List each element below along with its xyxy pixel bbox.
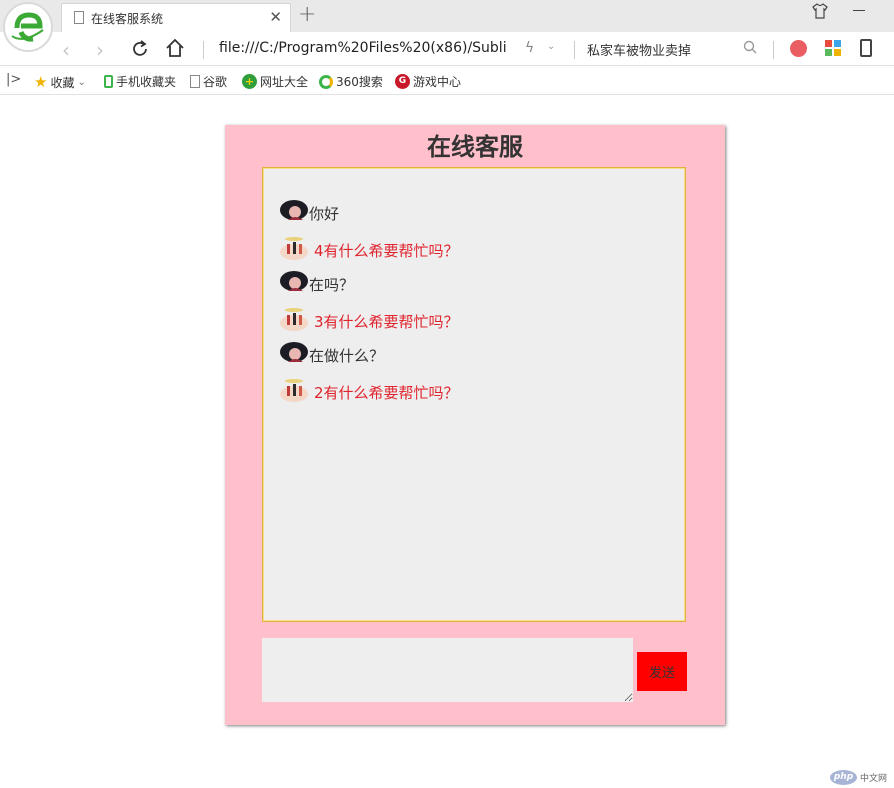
user-avatar	[280, 342, 308, 362]
agent-avatar	[280, 379, 308, 402]
watermark: php 中文网	[830, 770, 887, 785]
bookmark-360-search[interactable]: 360搜索	[319, 73, 383, 90]
bookmark-label: 收藏	[50, 75, 75, 90]
refresh-icon[interactable]	[130, 39, 150, 59]
phone-device-icon[interactable]	[860, 39, 872, 57]
user-message: 在吗？	[279, 269, 354, 294]
search-icon[interactable]	[743, 40, 757, 54]
game-icon: G	[395, 74, 410, 89]
agent-message: 3有什么希要帮忙吗？	[279, 306, 459, 331]
user-message: 你好	[279, 198, 339, 223]
bookmarks-bar: |> ★ 收藏 ⌄ 手机收藏夹 谷歌 + 网址大全 360搜索 G 游戏中心	[0, 67, 894, 95]
agent-avatar	[280, 237, 308, 260]
bookmark-favorites[interactable]: ★ 收藏 ⌄	[34, 73, 86, 91]
bookmark-label: 游戏中心	[413, 75, 462, 89]
browser-logo[interactable]	[3, 2, 53, 52]
chevron-down-icon[interactable]: ⌄	[547, 41, 555, 52]
star-icon: ★	[34, 73, 48, 91]
bookmark-url-directory[interactable]: + 网址大全	[242, 73, 308, 90]
bookmark-label: 手机收藏夹	[116, 75, 177, 89]
skin-icon[interactable]	[812, 3, 828, 19]
page-title: 在线客服	[427, 133, 523, 161]
browser-tab[interactable]: 在线客服系统 ✕	[61, 3, 291, 32]
phone-icon	[104, 75, 113, 88]
page-icon	[190, 75, 200, 88]
search-suggestion[interactable]: 私家车被物业卖掉	[587, 40, 691, 59]
bookmark-label: 谷歌	[203, 75, 228, 89]
new-tab-button[interactable]: +	[298, 2, 316, 27]
user-avatar	[280, 271, 308, 291]
apps-grid-icon[interactable]	[825, 40, 842, 57]
message-list: 你好 4有什么希要帮忙吗？ 在吗？ 3有什么希要帮忙吗？ 在做什么？ 2有什么希…	[262, 167, 686, 622]
message-text: 4有什么希要帮忙吗？	[314, 242, 459, 260]
divider	[203, 41, 204, 59]
bookmark-game-center[interactable]: G 游戏中心	[395, 73, 461, 90]
divider	[574, 41, 575, 59]
message-text: 2有什么希要帮忙吗？	[314, 384, 459, 402]
sidebar-toggle-icon[interactable]: |>	[6, 72, 21, 87]
agent-avatar	[280, 308, 308, 331]
forward-icon[interactable]: ›	[96, 38, 104, 62]
minimize-button[interactable]	[853, 10, 865, 11]
tab-strip: 在线客服系统 ✕ +	[0, 0, 894, 32]
url-field[interactable]: file:///C:/Program%20Files%20(x86)/Subli…	[219, 40, 507, 56]
globe-icon: +	[242, 74, 257, 89]
message-text: 你好	[309, 205, 340, 223]
chat-panel: 在线客服 你好 4有什么希要帮忙吗？ 在吗？ 3有什么希要帮忙吗？ 在做什么？ …	[225, 125, 725, 725]
page-icon	[74, 11, 84, 24]
search-ring-icon	[319, 74, 333, 89]
php-logo: php	[830, 770, 857, 785]
back-icon[interactable]: ‹	[62, 38, 70, 62]
lightning-icon[interactable]: ϟ	[525, 40, 534, 56]
send-button[interactable]: 发送	[637, 652, 687, 691]
e-logo-icon	[11, 12, 44, 42]
chevron-down-icon: ⌄	[77, 76, 86, 88]
user-avatar	[280, 200, 308, 220]
tab-title: 在线客服系统	[91, 12, 164, 26]
message-text: 在做什么？	[309, 347, 385, 365]
user-message: 在做什么？	[279, 340, 384, 365]
divider	[773, 41, 774, 59]
agent-message: 2有什么希要帮忙吗？	[279, 377, 459, 402]
message-text: 3有什么希要帮忙吗？	[314, 313, 459, 331]
address-bar-row: ‹ › file:///C:/Program%20Files%20(x86)/S…	[0, 32, 894, 66]
watermark-text: 中文网	[860, 774, 888, 784]
message-input[interactable]	[262, 638, 633, 702]
home-icon[interactable]	[165, 38, 185, 58]
extension-red-icon[interactable]	[790, 40, 807, 57]
bookmark-mobile[interactable]: 手机收藏夹	[104, 73, 176, 90]
bookmark-label: 网址大全	[260, 75, 309, 89]
bookmark-google[interactable]: 谷歌	[190, 73, 227, 90]
message-text: 在吗？	[309, 276, 355, 294]
close-tab-icon[interactable]: ✕	[269, 8, 282, 26]
bookmark-label: 360搜索	[336, 75, 383, 89]
agent-message: 4有什么希要帮忙吗？	[279, 235, 459, 260]
